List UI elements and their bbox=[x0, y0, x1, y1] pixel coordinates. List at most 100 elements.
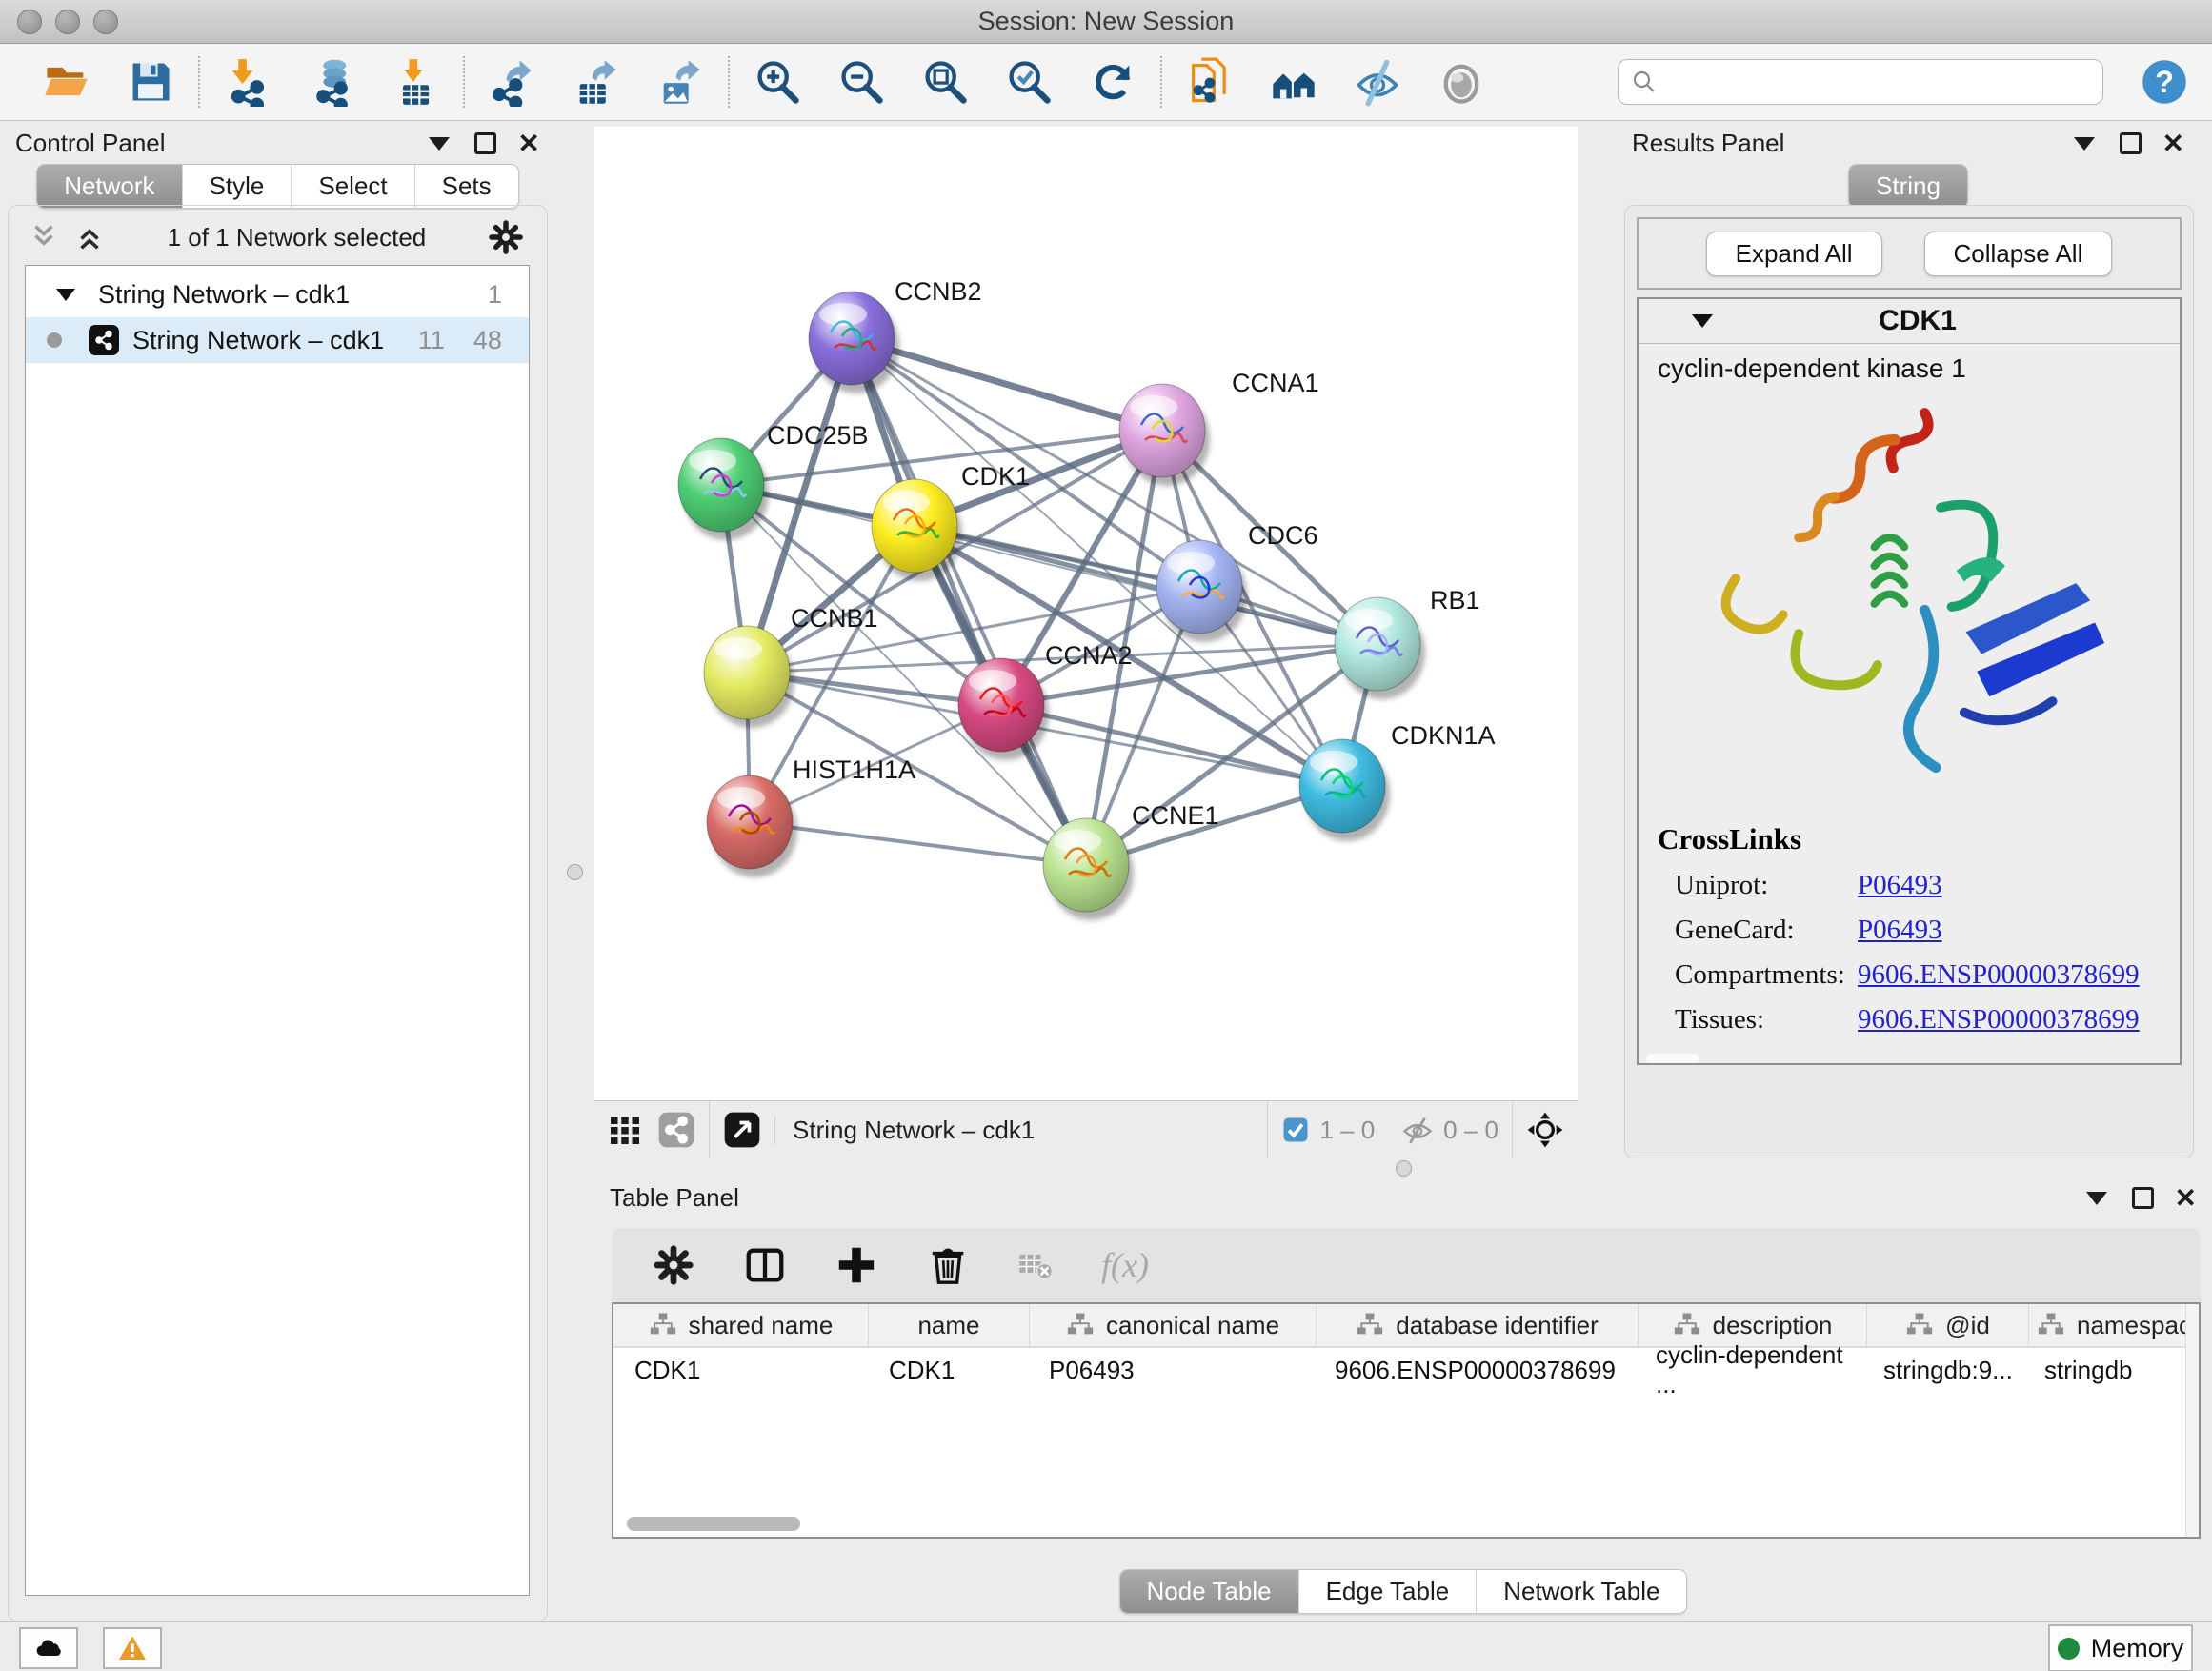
tab-sets[interactable]: Sets bbox=[414, 165, 518, 208]
tab-style[interactable]: Style bbox=[182, 165, 292, 208]
network-collection-row[interactable]: String Network – cdk1 1 bbox=[26, 272, 529, 317]
tab-node-table[interactable]: Node Table bbox=[1120, 1570, 1298, 1613]
birds-eye-grid-icon[interactable] bbox=[608, 1113, 642, 1147]
splitter-handle[interactable] bbox=[1396, 1160, 1412, 1177]
panel-menu-icon[interactable] bbox=[429, 137, 450, 151]
show-homes-button[interactable] bbox=[1252, 51, 1336, 112]
network-node-HIST1H1A[interactable]: HIST1H1A bbox=[707, 755, 915, 877]
selected-checkbox-icon[interactable] bbox=[1281, 1116, 1310, 1144]
column-header-id[interactable]: @id bbox=[1866, 1304, 2028, 1346]
column-header-shared-name[interactable]: shared name bbox=[613, 1304, 868, 1346]
node-section-header[interactable]: CDK1 bbox=[1639, 299, 2180, 344]
maximize-window-button[interactable] bbox=[93, 10, 118, 34]
network-node-CDC25B[interactable]: CDC25B bbox=[678, 421, 869, 540]
add-column-icon[interactable] bbox=[835, 1243, 878, 1287]
export-table-button[interactable] bbox=[554, 51, 638, 112]
genecard-link[interactable]: P06493 bbox=[1858, 915, 1942, 946]
minimize-window-button[interactable] bbox=[55, 10, 80, 34]
delete-column-trash-icon[interactable] bbox=[926, 1243, 970, 1287]
compartments-link[interactable]: 9606.ENSP00000378699 bbox=[1858, 959, 2140, 991]
export-view-icon[interactable] bbox=[723, 1111, 761, 1149]
network-node-CCNB1[interactable]: CCNB1 bbox=[704, 604, 878, 728]
eye-slash-icon bbox=[1353, 57, 1402, 107]
crosshair-icon[interactable] bbox=[1526, 1111, 1564, 1149]
zoom-out-button[interactable] bbox=[819, 51, 903, 112]
tissues-link[interactable]: 9606.ENSP00000378699 bbox=[1858, 1004, 2140, 1036]
collection-count: 1 bbox=[488, 280, 502, 310]
show-graphics-button[interactable] bbox=[1419, 51, 1503, 112]
table-hscrollbar[interactable] bbox=[627, 1517, 800, 1531]
network-node-CCNE1[interactable]: CCNE1 bbox=[1043, 801, 1219, 920]
close-window-button[interactable] bbox=[17, 10, 42, 34]
panel-menu-icon[interactable] bbox=[2074, 137, 2095, 151]
network-node-CDKN1A[interactable]: CDKN1A bbox=[1299, 721, 1496, 841]
network-row-selected[interactable]: String Network – cdk1 1148 bbox=[26, 317, 529, 363]
import-network-from-database-button[interactable] bbox=[290, 51, 373, 112]
network-node-CCNA1[interactable]: CCNA1 bbox=[1119, 369, 1319, 486]
network-node-RB1[interactable]: RB1 bbox=[1335, 586, 1480, 699]
column-header-namespace[interactable]: namespac bbox=[2028, 1304, 2199, 1346]
panel-menu-icon[interactable] bbox=[2086, 1192, 2107, 1205]
close-panel-icon[interactable]: ✕ bbox=[517, 131, 539, 157]
float-panel-icon[interactable] bbox=[2132, 1187, 2154, 1209]
crosslink-label: Pharos: bbox=[1675, 1049, 1858, 1052]
column-header-canonical-name[interactable]: canonical name bbox=[1029, 1304, 1316, 1346]
splitter-handle[interactable] bbox=[567, 864, 583, 880]
svg-text:HIST1H1A: HIST1H1A bbox=[793, 755, 915, 784]
tab-network-table[interactable]: Network Table bbox=[1476, 1570, 1686, 1613]
hide-graphics-button[interactable] bbox=[1336, 51, 1419, 112]
collection-expand-icon[interactable] bbox=[56, 289, 75, 301]
zoom-in-button[interactable] bbox=[735, 51, 819, 112]
svg-text:CCNB1: CCNB1 bbox=[791, 604, 878, 633]
string-network-graph[interactable]: CCNB2CCNA1CDC25BCDK1CDC6RB1CCNB1CCNA2CDK… bbox=[594, 127, 1578, 1100]
column-header-name[interactable]: name bbox=[868, 1304, 1029, 1346]
results-hscrollbar[interactable] bbox=[1646, 1054, 1699, 1063]
import-network-button[interactable] bbox=[206, 51, 290, 112]
float-panel-icon[interactable] bbox=[2120, 132, 2142, 154]
zoom-selected-button[interactable] bbox=[987, 51, 1071, 112]
save-session-button[interactable] bbox=[109, 51, 192, 112]
tab-edge-table[interactable]: Edge Table bbox=[1298, 1570, 1477, 1613]
network-overview-icon[interactable] bbox=[657, 1111, 695, 1149]
gear-icon[interactable] bbox=[488, 219, 524, 255]
cloud-status-button[interactable] bbox=[19, 1627, 78, 1669]
tab-select[interactable]: Select bbox=[291, 165, 413, 208]
uniprot-link[interactable]: P06493 bbox=[1858, 870, 1942, 901]
tab-network[interactable]: Network bbox=[37, 165, 181, 208]
left-splitter[interactable] bbox=[555, 121, 594, 1621]
split-columns-icon[interactable] bbox=[743, 1243, 787, 1287]
pharos-link[interactable]: P06493 bbox=[1858, 1049, 1942, 1052]
cell-shared-name: CDK1 bbox=[613, 1356, 868, 1385]
section-collapse-icon[interactable] bbox=[1692, 314, 1713, 328]
search-input[interactable] bbox=[1659, 67, 2102, 98]
table-row[interactable]: CDK1 CDK1 P06493 9606.ENSP00000378699 cy… bbox=[613, 1348, 2199, 1392]
tab-string[interactable]: String bbox=[1849, 165, 1967, 208]
table-vscrollbar[interactable] bbox=[2185, 1304, 2199, 1537]
memory-button[interactable]: Memory bbox=[2048, 1624, 2193, 1671]
right-splitter[interactable] bbox=[1578, 121, 1617, 1158]
horizontal-splitter[interactable] bbox=[594, 1158, 2212, 1176]
close-panel-icon[interactable]: ✕ bbox=[2175, 1185, 2197, 1212]
export-image-button[interactable] bbox=[638, 51, 722, 112]
expand-all-icon[interactable] bbox=[73, 221, 106, 253]
network-canvas[interactable]: CCNB2CCNA1CDC25BCDK1CDC6RB1CCNB1CCNA2CDK… bbox=[594, 127, 1578, 1100]
zoom-fit-icon bbox=[920, 57, 970, 107]
expand-all-button[interactable]: Expand All bbox=[1706, 232, 1882, 276]
open-session-button[interactable] bbox=[25, 51, 109, 112]
float-panel-icon[interactable] bbox=[474, 132, 496, 154]
refresh-button[interactable] bbox=[1071, 51, 1155, 112]
close-panel-icon[interactable]: ✕ bbox=[2162, 131, 2184, 157]
function-builder-icon[interactable]: f(x) bbox=[1101, 1245, 1149, 1285]
export-network-button[interactable] bbox=[471, 51, 554, 112]
table-settings-gear-icon[interactable] bbox=[652, 1243, 695, 1287]
clone-network-button[interactable] bbox=[1168, 51, 1252, 112]
network-node-CCNB2[interactable]: CCNB2 bbox=[809, 277, 982, 393]
import-table-button[interactable] bbox=[373, 51, 457, 112]
collapse-all-button[interactable]: Collapse All bbox=[1924, 232, 2113, 276]
warning-status-button[interactable] bbox=[103, 1627, 162, 1669]
delete-table-icon[interactable] bbox=[1017, 1247, 1054, 1283]
help-button[interactable]: ? bbox=[2140, 57, 2189, 107]
zoom-fit-button[interactable] bbox=[903, 51, 987, 112]
collapse-all-icon[interactable] bbox=[28, 221, 60, 253]
column-header-database-identifier[interactable]: database identifier bbox=[1316, 1304, 1638, 1346]
